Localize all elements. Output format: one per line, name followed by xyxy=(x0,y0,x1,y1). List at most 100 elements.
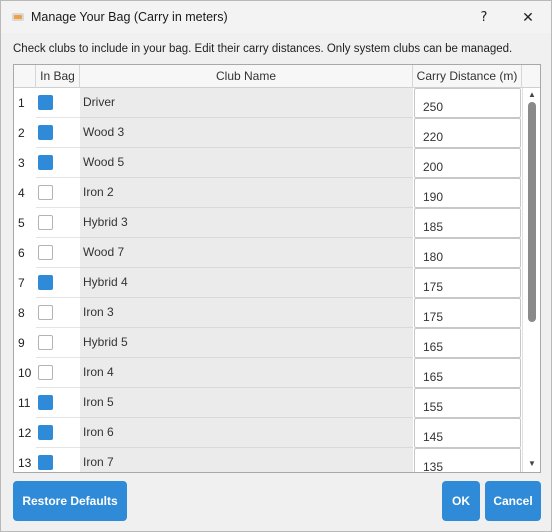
table-row: 1 Driver 250 xyxy=(14,88,522,118)
cancel-button[interactable]: Cancel xyxy=(485,481,541,521)
in-bag-checkbox[interactable] xyxy=(38,365,53,380)
in-bag-checkbox[interactable] xyxy=(38,155,53,170)
close-icon: ✕ xyxy=(522,8,534,25)
carry-distance-input[interactable]: 185 xyxy=(414,208,521,238)
in-bag-checkbox[interactable] xyxy=(38,125,53,140)
row-number-header xyxy=(14,65,36,88)
in-bag-checkbox[interactable] xyxy=(38,245,53,260)
manage-bag-dialog: Manage Your Bag (Carry in meters) ? ✕ Ch… xyxy=(0,0,552,532)
club-name-cell: Iron 6 xyxy=(80,418,413,448)
in-bag-cell xyxy=(36,178,80,208)
in-bag-cell xyxy=(36,208,80,238)
in-bag-cell xyxy=(36,298,80,328)
carry-distance-cell: 165 xyxy=(413,358,522,388)
in-bag-checkbox[interactable] xyxy=(38,215,53,230)
club-name-cell: Driver xyxy=(80,88,413,118)
carry-distance-input[interactable]: 165 xyxy=(414,358,521,388)
instructions-text: Check clubs to include in your bag. Edit… xyxy=(13,43,513,55)
in-bag-cell xyxy=(36,418,80,448)
scroll-down-arrow-icon[interactable]: ▼ xyxy=(527,459,537,469)
in-bag-cell xyxy=(36,238,80,268)
table-row: 12 Iron 6 145 xyxy=(14,418,522,448)
carry-distance-input[interactable]: 175 xyxy=(414,298,521,328)
in-bag-cell xyxy=(36,118,80,148)
row-number: 9 xyxy=(14,328,36,358)
club-name-cell: Iron 2 xyxy=(80,178,413,208)
table-header: In Bag Club Name Carry Distance (m) xyxy=(14,65,540,88)
table-row: 5 Hybrid 3 185 xyxy=(14,208,522,238)
restore-defaults-button[interactable]: Restore Defaults xyxy=(13,481,127,521)
carry-distance-cell: 165 xyxy=(413,328,522,358)
table-row: 2 Wood 3 220 xyxy=(14,118,522,148)
in-bag-checkbox[interactable] xyxy=(38,425,53,440)
carry-distance-cell: 220 xyxy=(413,118,522,148)
carry-distance-cell: 135 xyxy=(413,448,522,472)
scroll-up-arrow-icon[interactable]: ▲ xyxy=(527,90,537,100)
table-row: 9 Hybrid 5 165 xyxy=(14,328,522,358)
in-bag-checkbox[interactable] xyxy=(38,95,53,110)
club-name-cell: Iron 7 xyxy=(80,448,413,472)
club-name-cell: Hybrid 4 xyxy=(80,268,413,298)
club-name-cell: Iron 4 xyxy=(80,358,413,388)
club-name-cell: Wood 7 xyxy=(80,238,413,268)
row-number: 2 xyxy=(14,118,36,148)
carry-distance-input[interactable]: 175 xyxy=(414,268,521,298)
table-row: 11 Iron 5 155 xyxy=(14,388,522,418)
app-icon xyxy=(11,10,25,24)
row-number: 7 xyxy=(14,268,36,298)
carry-distance-input[interactable]: 200 xyxy=(414,148,521,178)
carry-distance-cell: 175 xyxy=(413,298,522,328)
in-bag-cell xyxy=(36,268,80,298)
in-bag-checkbox[interactable] xyxy=(38,335,53,350)
club-name-cell: Hybrid 5 xyxy=(80,328,413,358)
table-row: 4 Iron 2 190 xyxy=(14,178,522,208)
carry-distance-cell: 175 xyxy=(413,268,522,298)
column-header-club-name[interactable]: Club Name xyxy=(80,65,413,88)
window-title: Manage Your Bag (Carry in meters) xyxy=(31,10,228,24)
carry-distance-input[interactable]: 250 xyxy=(414,88,521,118)
ok-button[interactable]: OK xyxy=(442,481,480,521)
carry-distance-cell: 190 xyxy=(413,178,522,208)
vertical-scrollbar[interactable]: ▲ ▼ xyxy=(522,88,540,472)
carry-distance-input[interactable]: 135 xyxy=(414,448,521,472)
row-number: 5 xyxy=(14,208,36,238)
clubs-table: In Bag Club Name Carry Distance (m) 1 Dri… xyxy=(13,64,541,473)
table-row: 7 Hybrid 4 175 xyxy=(14,268,522,298)
table-row: 13 Iron 7 135 xyxy=(14,448,522,472)
help-icon: ? xyxy=(480,9,488,25)
in-bag-checkbox[interactable] xyxy=(38,275,53,290)
column-header-carry-distance[interactable]: Carry Distance (m) xyxy=(413,65,522,88)
carry-distance-input[interactable]: 155 xyxy=(414,388,521,418)
carry-distance-input[interactable]: 165 xyxy=(414,328,521,358)
carry-distance-cell: 250 xyxy=(413,88,522,118)
club-name-cell: Wood 3 xyxy=(80,118,413,148)
carry-distance-input[interactable]: 180 xyxy=(414,238,521,268)
carry-distance-input[interactable]: 220 xyxy=(414,118,521,148)
in-bag-cell xyxy=(36,328,80,358)
in-bag-checkbox[interactable] xyxy=(38,305,53,320)
in-bag-checkbox[interactable] xyxy=(38,395,53,410)
in-bag-cell xyxy=(36,148,80,178)
carry-distance-input[interactable]: 190 xyxy=(414,178,521,208)
scroll-thumb[interactable] xyxy=(528,102,536,322)
close-button[interactable]: ✕ xyxy=(506,1,550,33)
row-number: 3 xyxy=(14,148,36,178)
title-bar: Manage Your Bag (Carry in meters) ? ✕ xyxy=(1,1,551,33)
in-bag-cell xyxy=(36,358,80,388)
in-bag-cell xyxy=(36,448,80,472)
club-name-cell: Iron 3 xyxy=(80,298,413,328)
in-bag-checkbox[interactable] xyxy=(38,455,53,470)
row-number: 6 xyxy=(14,238,36,268)
table-row: 10 Iron 4 165 xyxy=(14,358,522,388)
carry-distance-cell: 185 xyxy=(413,208,522,238)
help-button[interactable]: ? xyxy=(462,1,506,33)
table-row: 6 Wood 7 180 xyxy=(14,238,522,268)
in-bag-checkbox[interactable] xyxy=(38,185,53,200)
table-body: 1 Driver 250 2 Wood 3 220 3 Wood 5 200 4 Iron 2 190… xyxy=(14,88,522,472)
carry-distance-cell: 155 xyxy=(413,388,522,418)
carry-distance-input[interactable]: 145 xyxy=(414,418,521,448)
row-number: 1 xyxy=(14,88,36,118)
row-number: 8 xyxy=(14,298,36,328)
carry-distance-cell: 200 xyxy=(413,148,522,178)
column-header-in-bag[interactable]: In Bag xyxy=(36,65,80,88)
